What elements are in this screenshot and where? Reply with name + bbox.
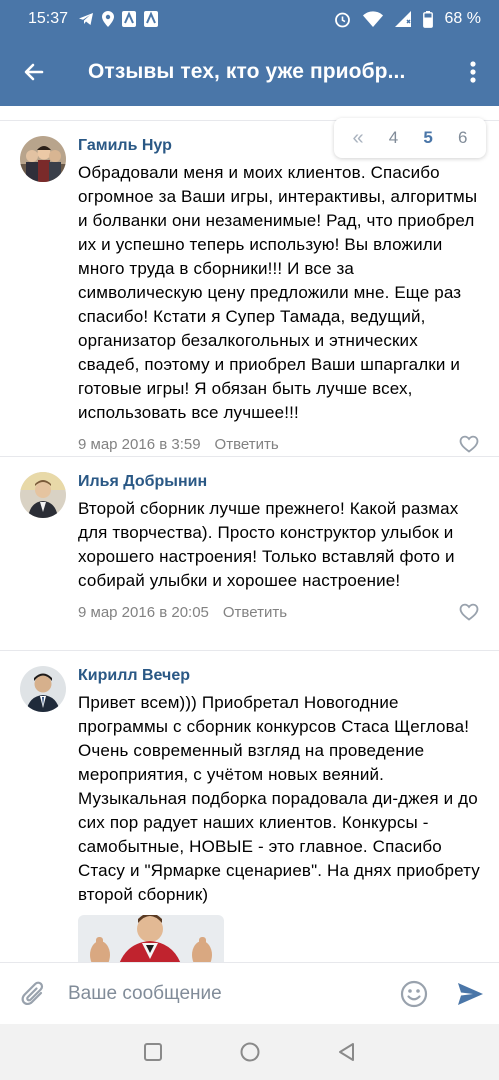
comment-item: Кирилл Вечер Привет всем))) Приобретал Н…: [0, 666, 499, 962]
message-input-bar: Ваше сообщение: [0, 962, 499, 1024]
attach-button[interactable]: [0, 980, 68, 1008]
comment-author[interactable]: Кирилл Вечер: [78, 666, 483, 686]
comment-date: 9 мар 2016 в 3:59: [78, 435, 201, 453]
status-time: 15:37: [28, 10, 69, 27]
comment-item: Гамиль Нур Обрадовали меня и моих клиент…: [0, 136, 499, 455]
comment-author[interactable]: Илья Добрынин: [78, 472, 483, 492]
divider: [0, 650, 499, 651]
telegram-icon: [79, 13, 94, 25]
comment-item: Илья Добрынин Второй сборник лучше прежн…: [0, 472, 499, 623]
message-input[interactable]: Ваше сообщение: [68, 983, 387, 1005]
more-options-button[interactable]: [447, 38, 499, 106]
page-button[interactable]: 6: [458, 128, 467, 148]
attached-photo[interactable]: [78, 915, 224, 962]
comments-list[interactable]: Гамиль Нур Обрадовали меня и моих клиент…: [0, 106, 499, 962]
reply-button[interactable]: Ответить: [215, 436, 279, 453]
status-notification-icons: [78, 11, 159, 27]
battery-icon: [422, 10, 433, 28]
vertical-dots-icon: [470, 61, 476, 83]
smile-icon: [400, 980, 428, 1007]
alarm-icon: [334, 12, 350, 27]
divider: [0, 456, 499, 457]
home-icon[interactable]: [239, 1041, 261, 1063]
recent-apps-icon[interactable]: [143, 1042, 163, 1062]
first-page-button[interactable]: «: [353, 127, 364, 150]
paper-plane-icon: [458, 982, 483, 1005]
like-button[interactable]: [459, 603, 479, 621]
back-button[interactable]: [0, 38, 68, 106]
page-button-active[interactable]: 5: [423, 128, 432, 148]
send-button[interactable]: [441, 981, 499, 1007]
app-icon: [122, 11, 137, 27]
reply-button[interactable]: Ответить: [223, 604, 287, 621]
comment-date: 9 мар 2016 в 20:05: [78, 603, 209, 621]
app-header: Отзывы тех, кто уже приобр...: [0, 38, 499, 106]
battery-percent: 68 %: [444, 10, 481, 27]
back-nav-icon[interactable]: [337, 1042, 357, 1062]
like-button[interactable]: [459, 435, 479, 453]
comment-text: Второй сборник лучше прежнего! Какой раз…: [78, 499, 459, 590]
paperclip-icon: [21, 981, 44, 1005]
avatar[interactable]: [20, 666, 66, 712]
avatar[interactable]: [20, 472, 66, 518]
wifi-icon: [362, 11, 383, 27]
heart-outline-icon: [459, 435, 479, 453]
arrow-left-icon: [24, 63, 44, 81]
page-title: Отзывы тех, кто уже приобр...: [88, 60, 406, 83]
status-bar: 15:37 68 %: [0, 0, 499, 38]
pagination: « 4 5 6: [334, 118, 486, 158]
system-navigation-bar: [0, 1024, 499, 1080]
page-button[interactable]: 4: [389, 128, 398, 148]
screen: 15:37 68 % Отзывы тех, кто уже приобр...: [0, 0, 499, 1080]
comment-text: Обрадовали меня и моих клиентов. Спасибо…: [78, 163, 478, 422]
comment-meta: 9 мар 2016 в 20:05 Ответить: [78, 601, 483, 623]
status-system-icons: 68 %: [334, 10, 481, 28]
signal-icon: [394, 11, 411, 27]
location-icon: [102, 11, 115, 27]
avatar[interactable]: [20, 136, 66, 182]
comment-meta: 9 мар 2016 в 3:59 Ответить: [78, 433, 483, 455]
comment-text: Привет всем))) Приобретал Новогодние про…: [78, 693, 480, 904]
heart-outline-icon: [459, 603, 479, 621]
app-icon: [144, 11, 159, 27]
emoji-button[interactable]: [387, 980, 441, 1008]
